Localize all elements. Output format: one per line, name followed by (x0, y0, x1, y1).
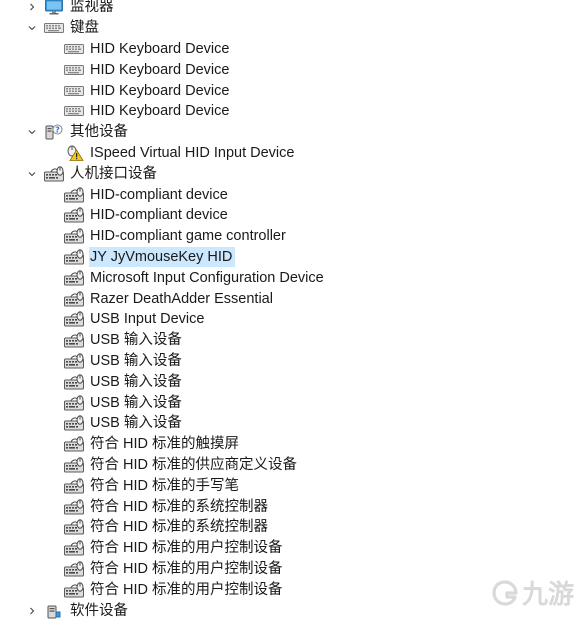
hid-icon (64, 249, 84, 265)
device-row[interactable]: Razer DeathAdder Essential (0, 288, 580, 309)
device-label: USB 输入设备 (90, 415, 182, 432)
device-label: 符合 HID 标准的触摸屏 (90, 436, 240, 453)
category-label: 监视器 (70, 0, 114, 16)
device-label: 符合 HID 标准的系统控制器 (90, 498, 269, 515)
device-row[interactable]: HID Keyboard Device (0, 80, 580, 101)
device-row[interactable]: USB 输入设备 (0, 371, 580, 392)
device-label: USB 输入设备 (90, 394, 182, 411)
chevron-right-icon[interactable] (24, 0, 40, 18)
category-row[interactable]: 人机接口设备 (0, 163, 580, 184)
device-label: HID-compliant game controller (90, 228, 286, 245)
watermark-text: 九游 (521, 580, 574, 610)
hid-icon (64, 540, 84, 556)
keyboard-icon (44, 20, 64, 36)
keyboard-icon (64, 83, 84, 99)
category-label: 人机接口设备 (70, 165, 157, 182)
keyboard-icon (64, 41, 84, 57)
unknown-device-icon: ? (44, 124, 64, 140)
device-row[interactable]: 符合 HID 标准的系统控制器 (0, 496, 580, 517)
device-label: HID Keyboard Device (90, 82, 230, 99)
hid-icon (64, 394, 84, 411)
device-label: 符合 HID 标准的用户控制设备 (90, 540, 283, 557)
hid-icon (64, 270, 84, 286)
device-label: ISpeed Virtual HID Input Device (90, 144, 295, 161)
device-label: USB 输入设备 (90, 373, 182, 390)
keyboard-icon (64, 103, 84, 119)
hid-icon (64, 207, 84, 223)
hid-icon (64, 436, 84, 452)
hid-icon (64, 478, 84, 494)
device-label: HID-compliant device (90, 207, 228, 224)
device-row[interactable]: HID Keyboard Device (0, 39, 580, 60)
warning-device-icon (64, 145, 84, 161)
category-label: 键盘 (70, 20, 99, 37)
category-label: 其他设备 (70, 124, 128, 141)
category-row[interactable]: 监视器 (0, 0, 580, 18)
device-row[interactable]: HID-compliant device (0, 205, 580, 226)
device-label: HID Keyboard Device (90, 103, 230, 120)
device-label: HID Keyboard Device (90, 40, 230, 57)
device-label: 符合 HID 标准的手写笔 (90, 477, 240, 494)
device-row[interactable]: USB 输入设备 (0, 413, 580, 434)
hid-icon (64, 582, 84, 598)
device-row[interactable]: 符合 HID 标准的用户控制设备 (0, 538, 580, 559)
software-device-icon (44, 603, 64, 619)
device-row[interactable]: 符合 HID 标准的系统控制器 (0, 517, 580, 538)
device-label: USB Input Device (90, 311, 205, 328)
device-label: HID-compliant device (90, 186, 228, 203)
device-row[interactable]: Microsoft Input Configuration Device (0, 267, 580, 288)
hid-icon (64, 186, 84, 203)
device-row[interactable]: 符合 HID 标准的供应商定义设备 (0, 455, 580, 476)
jiuyou-logo-icon (490, 578, 520, 608)
device-tree: 监视器键盘 HID Keyboard Device HID Keyboard Dev… (0, 0, 580, 621)
device-row[interactable]: USB 输入设备 (0, 330, 580, 351)
device-row[interactable]: JY JyVmouseKey HID (0, 246, 580, 268)
device-row[interactable]: USB Input Device (0, 309, 580, 330)
device-label: JY JyVmouseKey HID (89, 246, 236, 267)
device-row[interactable]: HID-compliant device (0, 184, 580, 205)
device-row[interactable]: HID Keyboard Device (0, 101, 580, 122)
device-label: USB 输入设备 (90, 352, 182, 369)
chevron-down-icon[interactable] (24, 163, 40, 184)
keyboard-icon (64, 62, 84, 78)
hid-icon (44, 166, 64, 182)
device-label: Razer DeathAdder Essential (90, 290, 273, 307)
device-label: HID Keyboard Device (90, 61, 230, 78)
chevron-down-icon[interactable] (24, 18, 40, 39)
device-label: USB 输入设备 (90, 332, 182, 349)
watermark: 九游 (490, 574, 574, 611)
monitor-icon (44, 0, 64, 15)
hid-icon (64, 519, 84, 535)
hid-icon (64, 457, 84, 473)
device-row[interactable]: HID-compliant game controller (0, 226, 580, 247)
hid-icon (64, 353, 84, 369)
category-row[interactable]: 键盘 (0, 18, 580, 39)
hid-icon (64, 415, 84, 431)
device-label: 符合 HID 标准的用户控制设备 (90, 560, 283, 577)
hid-icon (64, 498, 84, 515)
hid-icon (64, 561, 84, 577)
device-label: Microsoft Input Configuration Device (90, 269, 324, 286)
device-row[interactable]: USB 输入设备 (0, 392, 580, 413)
hid-icon (64, 290, 84, 307)
chevron-down-icon[interactable] (24, 122, 40, 143)
hid-icon (64, 374, 84, 390)
svg-text:?: ? (55, 125, 60, 134)
device-row[interactable]: HID Keyboard Device (0, 59, 580, 80)
hid-icon (64, 332, 84, 348)
hid-icon (64, 228, 84, 244)
hid-icon (64, 311, 84, 327)
device-row[interactable]: 符合 HID 标准的手写笔 (0, 475, 580, 496)
chevron-right-icon[interactable] (24, 600, 40, 621)
device-label: 符合 HID 标准的用户控制设备 (90, 581, 283, 598)
device-row[interactable]: ISpeed Virtual HID Input Device (0, 143, 580, 164)
device-label: 符合 HID 标准的系统控制器 (90, 519, 269, 536)
category-row[interactable]: ? 其他设备 (0, 122, 580, 143)
device-row[interactable]: 符合 HID 标准的触摸屏 (0, 434, 580, 455)
device-label: 符合 HID 标准的供应商定义设备 (90, 456, 298, 473)
device-row[interactable]: USB 输入设备 (0, 351, 580, 372)
category-label: 软件设备 (70, 602, 128, 619)
